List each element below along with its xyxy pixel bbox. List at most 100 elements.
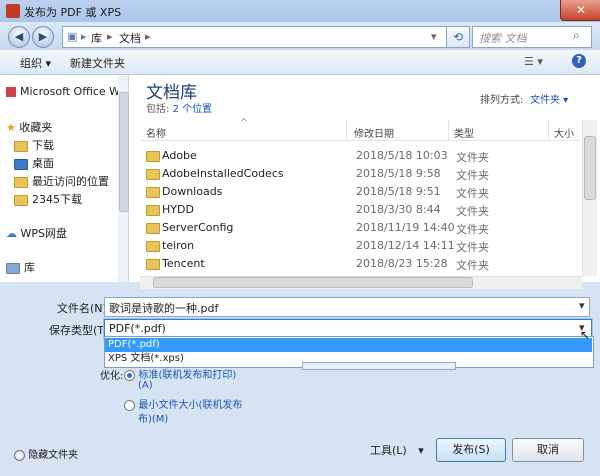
sidebar-item-label: 桌面 xyxy=(32,157,54,170)
app-icon xyxy=(6,4,20,18)
column-divider[interactable] xyxy=(346,120,347,140)
sidebar-item-label: 最近访问的位置 xyxy=(32,175,109,188)
tools-menu[interactable]: 工具(L) ▾ xyxy=(370,442,424,458)
organize-menu[interactable]: 组织 ▾ xyxy=(20,55,51,71)
publish-button[interactable]: 发布(S) xyxy=(436,438,506,462)
file-type: 文件夹 xyxy=(456,259,489,272)
sidebar-item-library[interactable]: 库 xyxy=(6,259,35,275)
savetype-option-pdf[interactable]: PDF(*.pdf) xyxy=(105,338,592,352)
file-row[interactable]: Downloads 2018/5/18 9:51 文件夹 xyxy=(146,183,578,201)
savetype-label: 保存类型(T): xyxy=(49,324,113,337)
chevron-down-icon[interactable]: ▾ xyxy=(431,30,437,43)
filename-value: 歌词是诗歌的一种.pdf xyxy=(109,302,219,315)
file-type: 文件夹 xyxy=(456,187,489,200)
sidebar-item-wps-cloud[interactable]: ☁ WPS网盘 xyxy=(6,225,67,241)
close-button[interactable]: ✕ xyxy=(560,0,600,21)
recent-places-icon xyxy=(14,176,28,188)
breadcrumb-item-documents[interactable]: 文档 xyxy=(119,30,141,46)
file-type: 文件夹 xyxy=(456,205,489,218)
sidebar-item-label: 收藏夹 xyxy=(19,121,53,134)
breadcrumb-item-library[interactable]: 库 xyxy=(91,30,102,46)
sidebar-item-2345-downloads[interactable]: 2345下载 xyxy=(14,191,82,207)
options-button-edge[interactable] xyxy=(302,362,456,370)
folder-icon xyxy=(14,194,28,206)
column-divider[interactable] xyxy=(548,120,549,140)
optimize-standard-accelerator: (A) xyxy=(138,380,153,391)
file-name: ServerConfig xyxy=(162,221,234,234)
sidebar-item-recent-places[interactable]: 最近访问的位置 xyxy=(14,173,109,189)
file-name: HYDD xyxy=(162,203,194,216)
cloud-icon: ☁ xyxy=(6,227,17,240)
title-bar: 发布为 PDF 或 XPS ✕ xyxy=(0,0,600,22)
column-divider[interactable] xyxy=(448,120,449,140)
folder-icon xyxy=(14,140,28,152)
column-header-name[interactable]: 名称 xyxy=(146,125,166,140)
column-header-size[interactable]: 大小 xyxy=(554,125,574,140)
column-header-type[interactable]: 类型 xyxy=(454,125,474,140)
sidebar-item-desktop[interactable]: 桌面 xyxy=(14,155,54,171)
refresh-button[interactable]: ⟲ xyxy=(446,26,470,48)
sidebar-item-downloads[interactable]: 下载 xyxy=(14,137,54,153)
file-type: 文件夹 xyxy=(456,151,489,164)
toolbar: 组织 ▾ 新建文件夹 ☰ ▾ ? xyxy=(0,50,600,75)
sidebar-item-favorites[interactable]: ★ 收藏夹 xyxy=(6,119,52,135)
file-list-vertical-scroll-thumb[interactable] xyxy=(584,136,596,200)
sidebar-item-label: Microsoft Office W xyxy=(20,85,121,98)
savetype-value: PDF(*.pdf) xyxy=(109,322,166,335)
file-name: AdobeInstalledCodecs xyxy=(162,167,284,180)
radio-selected-icon xyxy=(124,369,135,381)
file-modified: 2018/12/14 14:11 xyxy=(356,239,455,252)
window-title: 发布为 PDF 或 XPS xyxy=(24,6,122,19)
file-row[interactable]: HYDD 2018/3/30 8:44 文件夹 xyxy=(146,201,578,219)
file-row[interactable]: Tencent 2018/8/23 15:28 文件夹 xyxy=(146,255,578,273)
back-button[interactable]: ◀ xyxy=(8,26,30,48)
file-modified: 2018/5/18 9:51 xyxy=(356,185,441,198)
file-type: 文件夹 xyxy=(456,223,489,236)
file-modified: 2018/8/23 15:28 xyxy=(356,257,448,270)
chevron-right-icon: ▸ xyxy=(145,30,151,43)
file-row[interactable]: ServerConfig 2018/11/19 14:40 文件夹 xyxy=(146,219,578,237)
tools-label: 工具(L) xyxy=(370,444,407,457)
hide-folders-toggle[interactable]: 隐藏文件夹 xyxy=(14,446,78,461)
file-row[interactable]: teiron 2018/12/14 14:11 文件夹 xyxy=(146,237,578,255)
sidebar-item-label: WPS网盘 xyxy=(20,227,68,240)
filename-input[interactable]: 歌词是诗歌的一种.pdf ▾ xyxy=(104,297,590,317)
cancel-button[interactable]: 取消 xyxy=(512,438,584,462)
file-row[interactable]: AdobeInstalledCodecs 2018/5/18 9:58 文件夹 xyxy=(146,165,578,183)
search-placeholder: 搜索 文档 xyxy=(479,32,527,45)
search-input[interactable]: 搜索 文档 ⌕ xyxy=(472,26,592,48)
breadcrumb[interactable]: ▣ ▸ 库 ▸ 文档 ▸ ▾ xyxy=(62,26,448,48)
library-icon xyxy=(6,262,20,274)
mouse-cursor-icon: ↖ xyxy=(580,328,591,342)
help-icon[interactable]: ? xyxy=(572,54,586,68)
column-header-modified[interactable]: 修改日期 xyxy=(354,125,394,140)
forward-button[interactable]: ▶ xyxy=(32,26,54,48)
sidebar-item-microsoft-office[interactable]: Microsoft Office W xyxy=(6,85,120,98)
desktop-icon xyxy=(14,158,28,170)
library-includes-label: 包括: xyxy=(146,104,173,115)
star-icon: ★ xyxy=(6,121,16,134)
office-icon xyxy=(6,87,16,97)
optimize-standard-radio[interactable]: 标准(联机发布和打印) xyxy=(124,366,236,381)
optimize-minimum-radio[interactable]: 最小文件大小(联机发布 xyxy=(124,396,242,411)
navigation-pane-scroll-thumb[interactable] xyxy=(119,92,129,212)
radio-unselected-icon xyxy=(124,399,135,411)
file-name: Tencent xyxy=(162,257,205,270)
file-type: 文件夹 xyxy=(456,169,489,182)
library-includes: 包括: 2 个位置 xyxy=(146,100,212,115)
optimize-minimum-accelerator: 布)(M) xyxy=(138,414,169,425)
view-options-icon[interactable]: ☰ ▾ xyxy=(524,55,543,68)
chevron-right-icon: ▸ xyxy=(107,30,113,43)
file-list-horizontal-scroll-thumb[interactable] xyxy=(153,277,473,288)
chevron-down-icon[interactable]: ▾ xyxy=(579,299,585,312)
optimize-label: 优化: xyxy=(100,371,124,382)
column-header-row: 名称 ^ 修改日期 类型 大小 xyxy=(140,118,580,141)
file-name: teiron xyxy=(162,239,195,252)
new-folder-button[interactable]: 新建文件夹 xyxy=(70,55,125,71)
optimize-standard-label: 标准(联机发布和打印) xyxy=(138,370,237,381)
file-row[interactable]: Adobe 2018/5/18 10:03 文件夹 xyxy=(146,147,578,165)
sidebar-item-label: 2345下载 xyxy=(32,193,82,206)
library-locations-link[interactable]: 2 个位置 xyxy=(173,104,213,115)
search-icon: ⌕ xyxy=(573,28,580,42)
sort-dropdown[interactable]: 文件夹 ▾ xyxy=(530,91,568,106)
